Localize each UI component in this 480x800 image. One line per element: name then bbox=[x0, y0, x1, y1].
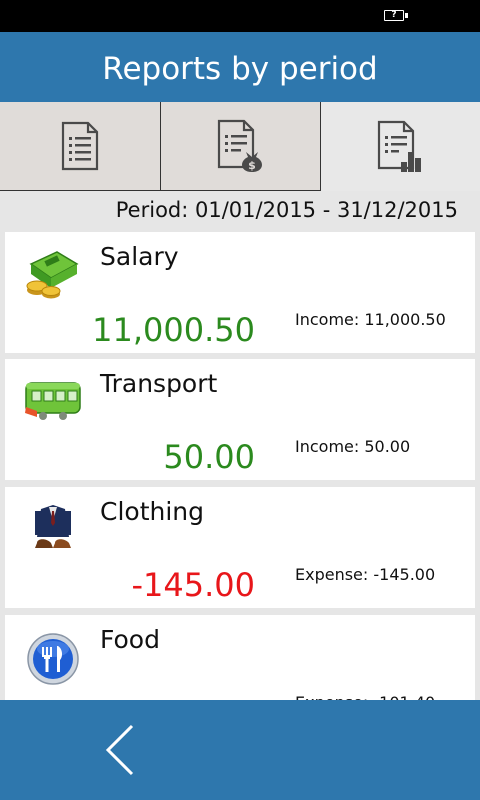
report-money-icon: $ bbox=[217, 119, 262, 172]
income-detail: Income: 11,000.50 bbox=[295, 310, 446, 329]
expense-detail: Expense: -101.40 bbox=[295, 692, 435, 700]
list-item[interactable]: Clothing -145.00 Expense: -145.00 bbox=[5, 487, 475, 608]
train-icon bbox=[25, 382, 81, 420]
battery-icon: ? bbox=[384, 10, 408, 21]
page-title: Reports by period bbox=[102, 51, 378, 87]
amount-value: 11,000.50 bbox=[92, 311, 255, 349]
tab-report-list[interactable] bbox=[0, 102, 161, 191]
tab-report-money[interactable]: $ bbox=[161, 102, 321, 191]
period-label: Period: 01/01/2015 - 31/12/2015 bbox=[115, 198, 458, 222]
list-item[interactable]: Transport 50.00 Income: 50.00 bbox=[5, 359, 475, 480]
report-list: Salary 11,000.50 Income: 11,000.50 Trans… bbox=[5, 232, 475, 700]
income-detail: Income: 50.00 bbox=[295, 437, 411, 456]
battery-status-text: ? bbox=[391, 10, 397, 20]
tab-report-bars[interactable] bbox=[321, 102, 480, 191]
category-name: Clothing bbox=[100, 497, 205, 526]
money-coins-icon bbox=[26, 251, 79, 299]
report-tabs: $ bbox=[0, 102, 480, 192]
report-list-icon bbox=[61, 121, 99, 171]
category-name: Salary bbox=[100, 242, 179, 271]
status-bar: ? bbox=[0, 0, 480, 32]
header: Reports by period bbox=[0, 32, 480, 102]
category-name: Food bbox=[100, 625, 160, 654]
category-name: Transport bbox=[100, 369, 218, 398]
suit-shoes-icon bbox=[35, 505, 71, 548]
back-button[interactable] bbox=[92, 720, 152, 780]
amount-value: 50.00 bbox=[163, 438, 255, 476]
footer-bar bbox=[0, 700, 480, 800]
fork-knife-icon bbox=[27, 633, 79, 685]
list-item[interactable]: Salary 11,000.50 Income: 11,000.50 bbox=[5, 232, 475, 353]
amount-value: -145.00 bbox=[131, 566, 255, 604]
back-arrow-icon bbox=[105, 724, 134, 776]
list-item[interactable]: Food Expense: -101.40 bbox=[5, 615, 475, 700]
report-bars-icon bbox=[377, 120, 421, 172]
svg-text:$: $ bbox=[248, 159, 256, 172]
expense-detail: Expense: -145.00 bbox=[295, 565, 436, 584]
